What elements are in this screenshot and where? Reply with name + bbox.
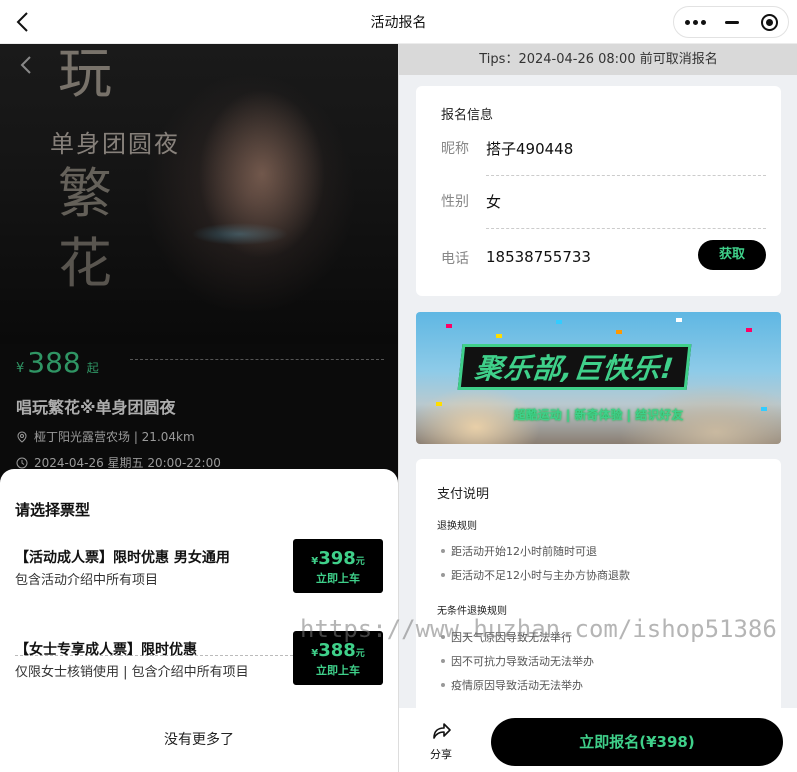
banner-slogan: 聚乐部,巨快乐! <box>457 344 692 390</box>
event-name: 唱玩繁花※单身团圆夜 <box>16 398 176 417</box>
share-button[interactable]: 分享 <box>421 720 461 762</box>
board-now-button[interactable]: ¥ 398 元 立即上车 <box>293 539 383 593</box>
minimize-button[interactable] <box>713 7 751 37</box>
ticket-option[interactable]: 【活动成人票】限时优惠 男女通用 包含活动介绍中所有项目 ¥ 398 元 立即上… <box>15 537 383 603</box>
watermark-text: https://www.huzhan.com/ishop51386 <box>300 615 777 643</box>
ticket-desc: 仅限女士核销使用 | 包含介绍中所有项目 <box>15 665 249 680</box>
payment-title: 支付说明 <box>437 487 490 502</box>
location-pin-icon <box>17 430 27 443</box>
nickname-value: 搭子490448 <box>486 140 574 158</box>
phone-value: 18538755733 <box>486 248 591 266</box>
gender-value: 女 <box>486 193 502 211</box>
event-price: ¥ 388 起 <box>16 346 99 379</box>
ticket-name: 【活动成人票】限时优惠 男女通用 <box>15 550 230 566</box>
price-divider <box>130 359 384 360</box>
more-options-button[interactable] <box>676 7 714 37</box>
event-detail-pane: 玩 单身团圆夜 繁 花 ¥ 388 起 唱玩繁花※单身团圆夜 桠丁阳光露营农场 … <box>0 44 398 772</box>
minimize-icon <box>725 20 739 24</box>
mini-program-capsule <box>673 6 789 38</box>
unconditional-item: 因不可抗力导致活动无法举办 <box>441 653 594 669</box>
bottom-action-bar: 分享 立即报名(¥398) <box>398 708 797 772</box>
share-arrow-icon <box>433 723 451 739</box>
gender-field[interactable]: 性别 女 <box>441 191 766 241</box>
sheet-title: 请选择票型 <box>15 501 93 522</box>
target-close-icon <box>760 13 778 31</box>
unconditional-item: 疫情原因导致活动无法举办 <box>441 677 583 693</box>
poster-subtitle: 单身团圆夜 <box>50 130 180 158</box>
event-poster-image: 玩 单身团圆夜 繁 花 <box>0 44 398 344</box>
nickname-field[interactable]: 昵称 搭子490448 <box>441 138 766 188</box>
poster-text-fan: 繁 <box>58 162 112 225</box>
get-phone-button[interactable]: 获取 <box>698 240 766 270</box>
poster-text-wan: 玩 <box>58 44 112 105</box>
refund-rule-item: 距活动不足12小时与主办方协商退款 <box>441 567 630 583</box>
ticket-name: 【女士专享成人票】限时优惠 <box>15 642 197 658</box>
poster-back-icon[interactable] <box>16 54 38 76</box>
close-miniprogram-button[interactable] <box>750 7 788 37</box>
more-dots-icon <box>684 19 706 25</box>
banner-tags: 超酷运动 | 新奇体验 | 结识好友 <box>513 408 684 422</box>
refund-rule-item: 距活动开始12小时前随时可退 <box>441 543 597 559</box>
cancel-tips-bar: Tips：2024-04-26 08:00 前可取消报名 <box>399 44 797 75</box>
refund-rules-title: 退换规则 <box>437 521 477 532</box>
clock-icon <box>16 457 28 468</box>
no-more-text: 没有更多了 <box>164 732 234 748</box>
signup-pane: Tips：2024-04-26 08:00 前可取消报名 报名信息 昵称 搭子4… <box>398 44 797 772</box>
promo-banner[interactable]: 聚乐部,巨快乐! 超酷运动 | 新奇体验 | 结识好友 <box>416 312 781 444</box>
signup-now-button[interactable]: 立即报名(¥398) <box>491 718 783 766</box>
top-nav-bar: 活动报名 <box>0 0 797 44</box>
signup-info-title: 报名信息 <box>441 108 494 123</box>
ticket-desc: 包含活动介绍中所有项目 <box>15 573 159 588</box>
event-location: 桠丁阳光露营农场 | 21.04km <box>16 428 195 445</box>
signup-info-card: 报名信息 昵称 搭子490448 性别 女 电话 18538755733 获取 <box>416 86 781 296</box>
poster-text-hua: 花 <box>58 232 112 295</box>
